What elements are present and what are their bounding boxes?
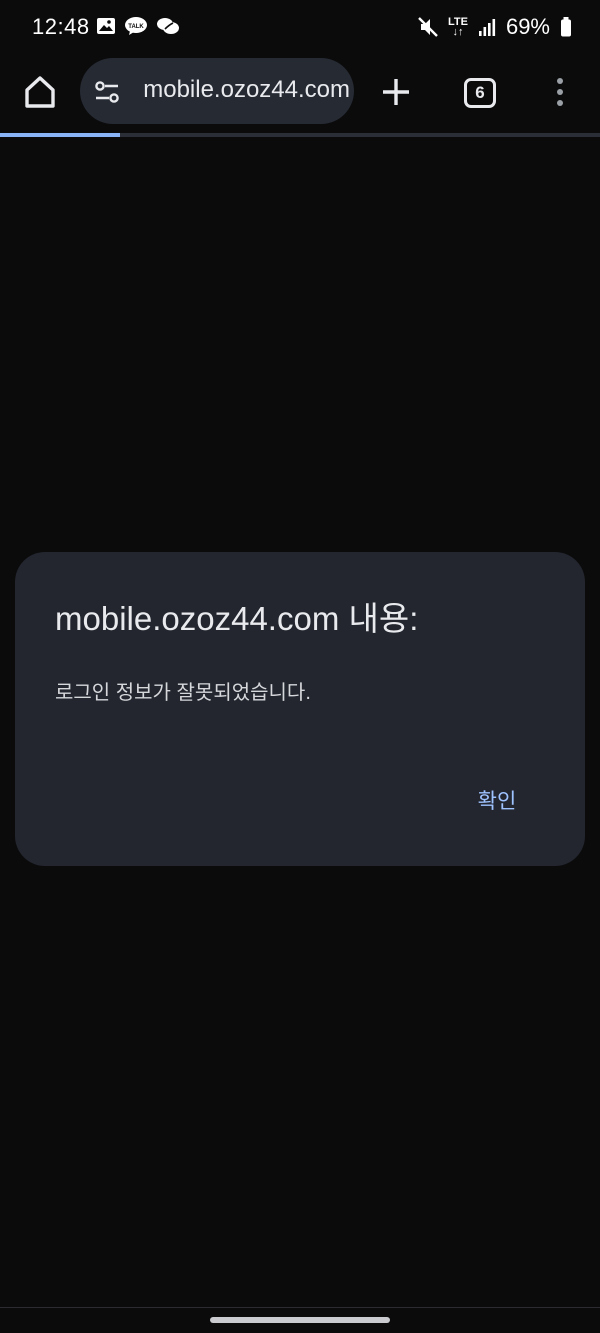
battery-percentage: 69% — [505, 14, 550, 39]
network-indicator: LTE ↓↑ — [448, 17, 468, 38]
ok-button[interactable]: 확인 — [447, 778, 547, 822]
more-menu-button[interactable] — [550, 76, 570, 110]
dialog-title: mobile.ozoz44.com 내용: — [55, 600, 419, 637]
status-time: 12:48 — [32, 14, 90, 39]
kakaotalk-icon: TALK — [125, 17, 147, 35]
address-bar[interactable]: mobile.ozoz44.com — [80, 58, 354, 124]
dialog-message: 로그인 정보가 잘못되었습니다. — [55, 682, 311, 704]
gesture-handle[interactable] — [210, 1317, 390, 1323]
image-notification-icon — [97, 18, 115, 34]
new-tab-button[interactable] — [378, 74, 414, 110]
tab-switcher-button[interactable]: 6 — [464, 78, 496, 108]
chat-bubble-icon — [157, 18, 179, 34]
status-bar: 12:48 TALK LTE ↓↑ 69% — [0, 0, 600, 56]
url-display[interactable]: mobile.ozoz44.com — [124, 76, 354, 106]
home-icon — [25, 76, 55, 108]
signal-icon — [478, 19, 496, 36]
system-navigation-bar — [0, 1307, 600, 1333]
battery-icon — [561, 17, 571, 37]
url-text: mobile.ozoz44.com — [143, 76, 350, 103]
notification-icons: TALK — [96, 16, 180, 36]
plus-icon — [383, 79, 409, 105]
home-button[interactable] — [20, 72, 60, 112]
status-right-group: LTE ↓↑ 69% — [418, 14, 572, 40]
more-vert-icon — [557, 78, 563, 106]
browser-toolbar: mobile.ozoz44.com 6 — [0, 56, 600, 132]
data-arrows-icon: ↓↑ — [452, 26, 464, 38]
mute-icon — [418, 17, 438, 37]
svg-text:TALK: TALK — [128, 24, 144, 30]
javascript-alert-dialog: mobile.ozoz44.com 내용: 로그인 정보가 잘못되었습니다. 확… — [15, 552, 585, 866]
tune-icon[interactable] — [94, 80, 120, 104]
